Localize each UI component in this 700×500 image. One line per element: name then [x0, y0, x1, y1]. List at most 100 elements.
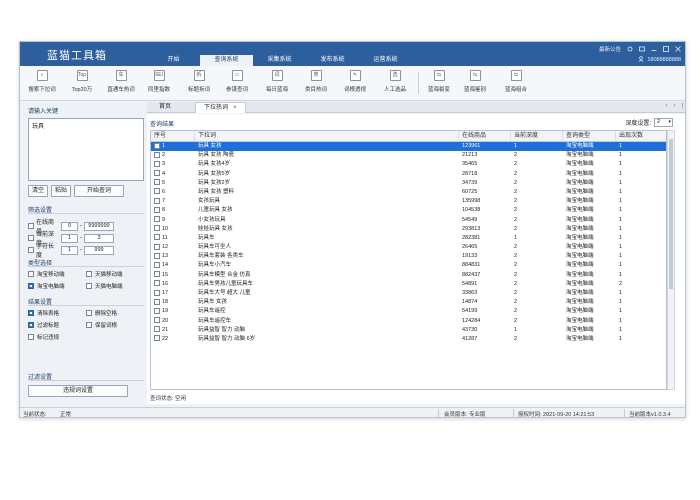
settings-icon[interactable] — [627, 46, 633, 52]
row-checkbox[interactable] — [154, 298, 160, 305]
paste-button[interactable]: 粘贴 — [51, 185, 71, 197]
tool-daily[interactable]: 词每日蓝海 — [260, 70, 294, 93]
skin-icon[interactable] — [639, 46, 645, 52]
table-row[interactable]: 13 玩具车套装 各类车 19133 2 淘宝电脑端 1 — [151, 252, 666, 261]
tool-fission[interactable]: ⇆ 蓝海裂变 — [422, 70, 456, 93]
table-row[interactable]: 12 玩具车可坐人 26465 2 淘宝电脑端 1 — [151, 243, 666, 252]
table-row[interactable]: 5 玩具 女孩2岁 34739 2 淘宝电脑端 1 — [151, 179, 666, 188]
checkbox[interactable] — [86, 283, 92, 289]
row-checkbox[interactable] — [154, 326, 160, 333]
table-row[interactable]: 17 玩具车大号 超大 儿童 33863 2 淘宝电脑端 1 — [151, 289, 666, 298]
tool-search-dropdown[interactable]: ⌕ 搜索下拉词 — [25, 70, 59, 93]
table-row[interactable]: 8 儿童玩具 女孩 104538 2 淘宝电脑端 1 — [151, 206, 666, 215]
checkbox[interactable] — [28, 271, 34, 277]
table-row[interactable]: 21 玩具益智 智力 动脑 43730 1 淘宝电脑端 1 — [151, 326, 666, 335]
minimize-icon[interactable] — [651, 46, 657, 52]
table-row[interactable]: 2 玩具 女孩 陶瓷 21213 2 淘宝电脑端 1 — [151, 151, 666, 160]
col-keyword[interactable]: 下拉词 — [195, 131, 459, 142]
opt-keep-root[interactable]: 保留词根 — [86, 321, 117, 329]
vertical-scrollbar[interactable] — [667, 130, 675, 390]
row-checkbox[interactable] — [154, 197, 160, 204]
tab-next-icon[interactable]: › — [673, 103, 675, 109]
length-max-input[interactable]: 999 — [84, 245, 114, 255]
checkbox-checked[interactable] — [28, 283, 34, 289]
table-row[interactable]: 1 玩具 女孩 123961 1 淘宝电脑端 1 — [151, 142, 666, 152]
keyword-input[interactable]: 玩具 — [28, 118, 144, 181]
close-icon[interactable] — [675, 46, 681, 52]
tab-menu-icon[interactable]: | — [681, 103, 683, 109]
type-taobao-mobile[interactable]: 淘宝移动端 — [28, 270, 65, 278]
col-index[interactable]: 序号 — [151, 131, 195, 142]
table-row[interactable]: 20 玩具车遥控车 124284 2 淘宝电脑端 1 — [151, 317, 666, 326]
announce-link[interactable]: 最新公告 — [599, 45, 621, 53]
row-checkbox[interactable] — [154, 252, 160, 259]
table-row[interactable]: 10 娃娃玩具 女孩 293813 2 淘宝电脑端 1 — [151, 225, 666, 234]
row-checkbox[interactable] — [154, 225, 160, 232]
filter-length-checkbox[interactable] — [28, 247, 34, 253]
row-checkbox[interactable] — [154, 280, 160, 287]
clear-button[interactable]: 清空 — [28, 185, 48, 197]
col-type[interactable]: 查询类型 — [563, 131, 616, 142]
table-row[interactable]: 22 玩具益智 智力 动脑 6岁 41287 2 淘宝电脑端 1 — [151, 335, 666, 344]
tab-home[interactable]: 首页 — [151, 102, 179, 113]
row-checkbox[interactable] — [154, 179, 160, 186]
tab-close-icon[interactable]: × — [233, 105, 237, 111]
maximize-icon[interactable] — [663, 46, 669, 52]
table-row[interactable]: 9 小女孩玩具 54549 2 淘宝电脑端 1 — [151, 216, 666, 225]
violation-words-button[interactable]: 违规词设置 — [28, 385, 128, 397]
table-row[interactable]: 16 玩具车男孩儿童玩具车 54891 2 淘宝电脑端 2 — [151, 280, 666, 289]
tool-identify[interactable]: ⇆ 蓝海鉴别 — [458, 70, 492, 93]
table-row[interactable]: 18 玩具车 女孩 14874 2 淘宝电脑端 1 — [151, 298, 666, 307]
checkbox[interactable] — [86, 310, 92, 316]
row-checkbox[interactable] — [154, 243, 160, 250]
depth-select[interactable]: 2 ▾ — [654, 118, 673, 127]
row-checkbox[interactable] — [154, 216, 160, 223]
checkbox[interactable] — [86, 271, 92, 277]
row-checkbox[interactable] — [154, 234, 160, 241]
tool-title-split[interactable]: 拆标题拆词 — [182, 70, 216, 93]
table-row[interactable]: 11 玩具车 282381 1 淘宝电脑端 1 — [151, 234, 666, 243]
tool-category[interactable]: 类类目热词 — [299, 70, 333, 93]
main-tab-publish[interactable]: 发布系统 — [306, 55, 359, 66]
tool-advisor[interactable]: ▭ 参谋查词 — [220, 70, 254, 93]
length-min-input[interactable]: 1 — [61, 245, 78, 255]
tool-top20w[interactable]: Top Top20万 — [65, 70, 99, 93]
opt-mark-violation[interactable]: 标记违规 — [28, 333, 59, 341]
row-checkbox[interactable] — [154, 317, 160, 324]
tool-car-hotwords[interactable]: 车直通车热词 — [104, 70, 138, 93]
table-row[interactable]: 14 玩具车小汽车 884831 2 淘宝电脑端 1 — [151, 261, 666, 270]
type-tmall-pc[interactable]: 天猫电脑端 — [86, 282, 123, 290]
checkbox[interactable] — [86, 322, 92, 328]
checkbox[interactable] — [28, 334, 34, 340]
table-row[interactable]: 19 玩具车遥控 54199 2 淘宝电脑端 1 — [151, 307, 666, 316]
row-checkbox[interactable] — [154, 160, 160, 167]
row-checkbox[interactable] — [154, 188, 160, 195]
checkbox-checked[interactable] — [28, 310, 34, 316]
col-count[interactable]: 出现次数 — [616, 131, 666, 142]
main-tab-operate[interactable]: 运营系统 — [359, 55, 412, 66]
table-row[interactable]: 15 玩具车模型 合金 仿真 882437 2 淘宝电脑端 1 — [151, 271, 666, 280]
tab-prev-icon[interactable]: ‹ — [665, 103, 667, 109]
row-checkbox[interactable] — [154, 151, 160, 158]
table-row[interactable]: 6 玩具 女孩 塑料 60725 2 淘宝电脑端 1 — [151, 188, 666, 197]
main-tab-query[interactable]: 查询系统 — [200, 55, 253, 66]
col-depth[interactable]: 当前深度 — [511, 131, 563, 142]
tool-combine[interactable]: ⇆ 蓝海组合 — [499, 70, 533, 93]
row-checkbox[interactable] — [154, 307, 160, 314]
row-checkbox[interactable] — [154, 142, 160, 149]
type-taobao-pc[interactable]: 淘宝电脑端 — [28, 282, 65, 290]
row-checkbox[interactable] — [154, 289, 160, 296]
opt-clear-table[interactable]: 清除表格 — [28, 309, 59, 317]
opt-remove-spaces[interactable]: 删除空格 — [86, 309, 117, 317]
tool-manual[interactable]: 选人工选品 — [378, 70, 412, 93]
row-checkbox[interactable] — [154, 206, 160, 213]
tool-root[interactable]: ✎ 词根透视 — [338, 70, 372, 93]
table-row[interactable]: 7 女孩玩具 135998 2 淘宝电脑端 1 — [151, 197, 666, 206]
type-tmall-mobile[interactable]: 天猫移动端 — [86, 270, 123, 278]
opt-filter-title[interactable]: 过滤标题 — [28, 321, 59, 329]
checkbox-checked[interactable] — [28, 322, 34, 328]
row-checkbox[interactable] — [154, 335, 160, 342]
row-checkbox[interactable] — [154, 261, 160, 268]
tab-dropdown-hotwords[interactable]: 下拉热词 × — [195, 102, 246, 113]
row-checkbox[interactable] — [154, 170, 160, 177]
